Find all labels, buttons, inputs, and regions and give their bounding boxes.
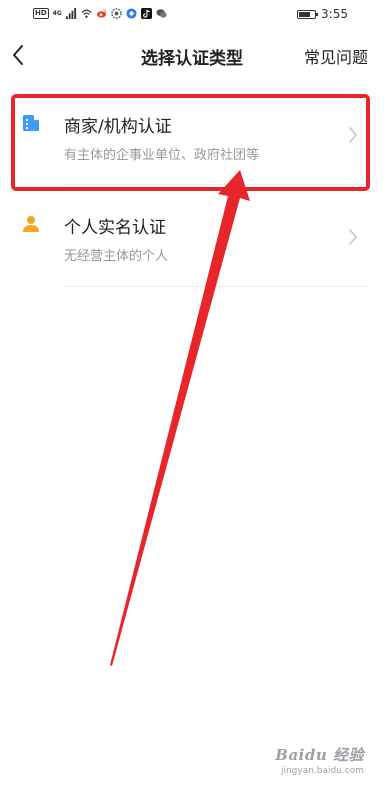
watermark-brand: Baidu 经验 — [275, 746, 364, 764]
signal-icon — [65, 8, 76, 19]
screen: HD 4G 3:55 选择认证类型 常见问题 商家/机构认证 有主体的企事业单位… — [0, 0, 384, 800]
list-divider — [64, 184, 368, 185]
status-icons-right: 3:55 — [297, 7, 348, 21]
option-title: 商家/机构认证 — [64, 117, 172, 137]
nav-bar: 选择认证类型 常见问题 — [0, 30, 384, 80]
wechat-icon — [156, 9, 167, 18]
option-subtitle: 无经营主体的个人 — [64, 249, 169, 264]
back-button[interactable] — [4, 40, 32, 70]
person-icon — [23, 216, 39, 232]
hd-badge: HD — [33, 8, 49, 19]
chevron-right-icon — [349, 229, 357, 245]
option-personal-verification[interactable]: 个人实名认证 无经营主体的个人 — [0, 199, 384, 299]
battery-icon — [297, 9, 319, 19]
browser-app-icon — [126, 8, 137, 19]
status-time: 3:55 — [321, 7, 348, 21]
status-icons-left: HD 4G — [33, 8, 167, 19]
chevron-left-icon — [13, 45, 23, 65]
building-icon — [23, 115, 39, 131]
option-title: 个人实名认证 — [64, 218, 166, 238]
weibo-icon — [96, 8, 107, 18]
tiktok-icon — [140, 8, 152, 19]
battery-level — [299, 11, 311, 17]
wifi-icon — [81, 9, 92, 18]
settings-app-icon — [111, 8, 122, 19]
status-bar: HD 4G 3:55 — [0, 0, 384, 30]
watermark: Baidu 经验 jingyan.baidu.com — [275, 744, 364, 776]
chevron-right-icon — [349, 127, 357, 143]
option-subtitle: 有主体的企事业单位、政府社团等 — [64, 148, 260, 163]
option-business-verification[interactable]: 商家/机构认证 有主体的企事业单位、政府社团等 — [0, 96, 384, 196]
network-type-label: 4G — [52, 9, 62, 17]
list-divider — [64, 286, 368, 287]
watermark-url: jingyan.baidu.com — [280, 766, 364, 776]
faq-link[interactable]: 常见问题 — [304, 44, 368, 68]
